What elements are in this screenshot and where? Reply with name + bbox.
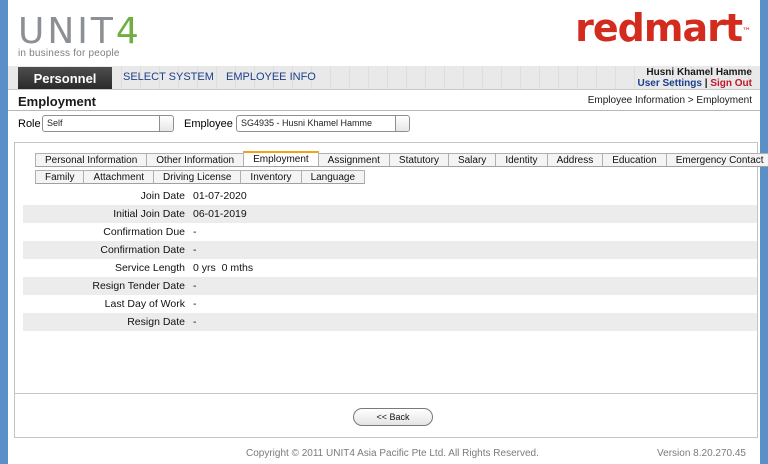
tab-attachment[interactable]: Attachment	[83, 170, 155, 184]
field-value: -	[193, 244, 197, 256]
footer: Copyright © 2011 UNIT4 Asia Pacific Pte …	[8, 448, 760, 462]
content-panel: Personal Information Other Information E…	[14, 142, 768, 394]
tab-other-information[interactable]: Other Information	[146, 153, 245, 167]
title-row: Employment Employee Information > Employ…	[8, 91, 760, 111]
copyright-text: Copyright © 2011 UNIT4 Asia Pacific Pte …	[246, 448, 539, 459]
field-value: -	[193, 298, 197, 310]
tab-personal-information[interactable]: Personal Information	[35, 153, 148, 167]
user-settings-link[interactable]: User Settings	[638, 78, 702, 89]
field-value: 0 yrs 0 mths	[193, 262, 254, 274]
tab-identity[interactable]: Identity	[495, 153, 548, 167]
redmart-logo-text: redmart	[575, 6, 743, 50]
tab-emergency-contact[interactable]: Emergency Contact	[665, 153, 768, 167]
tab-assignment[interactable]: Assignment	[317, 153, 390, 167]
tab-address[interactable]: Address	[546, 153, 604, 167]
field-row: Join Date 01-07-2020	[23, 187, 757, 205]
unit4-logo-text: UNIT	[18, 11, 116, 52]
field-label: Last Day of Work	[104, 298, 185, 310]
nav-bar: Personnel SELECT SYSTEM EMPLOYEE INFO Hu…	[8, 66, 760, 90]
nav-link-employee-info[interactable]: EMPLOYEE INFO	[226, 71, 316, 83]
sign-out-link[interactable]: Sign Out	[710, 78, 752, 89]
field-row: Service Length 0 yrs 0 mths	[23, 259, 757, 277]
field-value: -	[193, 280, 197, 292]
unit4-logo-number: 4	[115, 11, 142, 52]
tab-salary[interactable]: Salary	[447, 153, 497, 167]
app-window: UNIT4 in business for people redmart™ Pe…	[8, 0, 768, 464]
user-panel: Husni Khamel Hamme User Settings | Sign …	[638, 67, 753, 89]
field-label: Join Date	[140, 190, 185, 202]
field-label: Resign Date	[127, 316, 185, 328]
field-label: Resign Tender Date	[92, 280, 185, 292]
redmart-logo: redmart™	[575, 6, 751, 50]
nav-link-select-system[interactable]: SELECT SYSTEM	[123, 71, 214, 83]
role-label: Role	[18, 118, 41, 130]
field-label: Initial Join Date	[113, 208, 185, 220]
header: UNIT4 in business for people redmart™	[8, 0, 760, 66]
field-row: Resign Tender Date -	[23, 277, 757, 295]
role-select[interactable]: Self	[42, 115, 174, 132]
filter-row: Role Self Employee SG4935 - Husni Khamel…	[14, 113, 758, 135]
dropdown-button-icon[interactable]	[395, 116, 409, 131]
back-button[interactable]: << Back	[353, 408, 433, 426]
tab-language[interactable]: Language	[300, 170, 366, 184]
breadcrumb: Employee Information > Employment	[587, 95, 752, 106]
action-bar: << Back	[14, 394, 758, 438]
field-row: Resign Date -	[23, 313, 757, 331]
version-text: Version 8.20.270.45	[657, 448, 746, 459]
field-value: 01-07-2020	[193, 190, 247, 202]
unit4-logo: UNIT4 in business for people	[18, 11, 142, 60]
field-label: Confirmation Date	[100, 244, 185, 256]
trademark-symbol: ™	[742, 27, 751, 37]
tab-strip-row-1: Personal Information Other Information E…	[35, 151, 768, 167]
field-row: Confirmation Date -	[23, 241, 757, 259]
page-title: Employment	[18, 94, 97, 109]
tab-strip-row-2: Family Attachment Driving License Invent…	[35, 170, 366, 184]
field-row: Confirmation Due -	[23, 223, 757, 241]
tab-education[interactable]: Education	[602, 153, 667, 167]
dropdown-button-icon[interactable]	[159, 116, 173, 131]
employment-details: Join Date 01-07-2020 Initial Join Date 06-…	[23, 187, 757, 331]
tab-inventory[interactable]: Inventory	[240, 170, 302, 184]
tab-driving-license[interactable]: Driving License	[153, 170, 242, 184]
tab-statutory[interactable]: Statutory	[388, 153, 449, 167]
field-value: 06-01-2019	[193, 208, 247, 220]
field-label: Service Length	[114, 262, 185, 274]
field-row: Last Day of Work -	[23, 295, 757, 313]
tab-family[interactable]: Family	[35, 170, 85, 184]
field-row: Initial Join Date 06-01-2019	[23, 205, 757, 223]
employee-select-value: SG4935 - Husni Khamel Hamme	[241, 118, 373, 128]
tab-employment[interactable]: Employment	[243, 151, 319, 167]
employee-label: Employee	[184, 118, 233, 130]
field-value: -	[193, 316, 197, 328]
employee-select[interactable]: SG4935 - Husni Khamel Hamme	[236, 115, 410, 132]
field-value: -	[193, 226, 197, 238]
role-select-value: Self	[47, 118, 63, 128]
field-label: Confirmation Due	[103, 226, 185, 238]
user-name: Husni Khamel Hamme	[646, 67, 752, 78]
nav-tab-personnel[interactable]: Personnel	[18, 67, 112, 89]
